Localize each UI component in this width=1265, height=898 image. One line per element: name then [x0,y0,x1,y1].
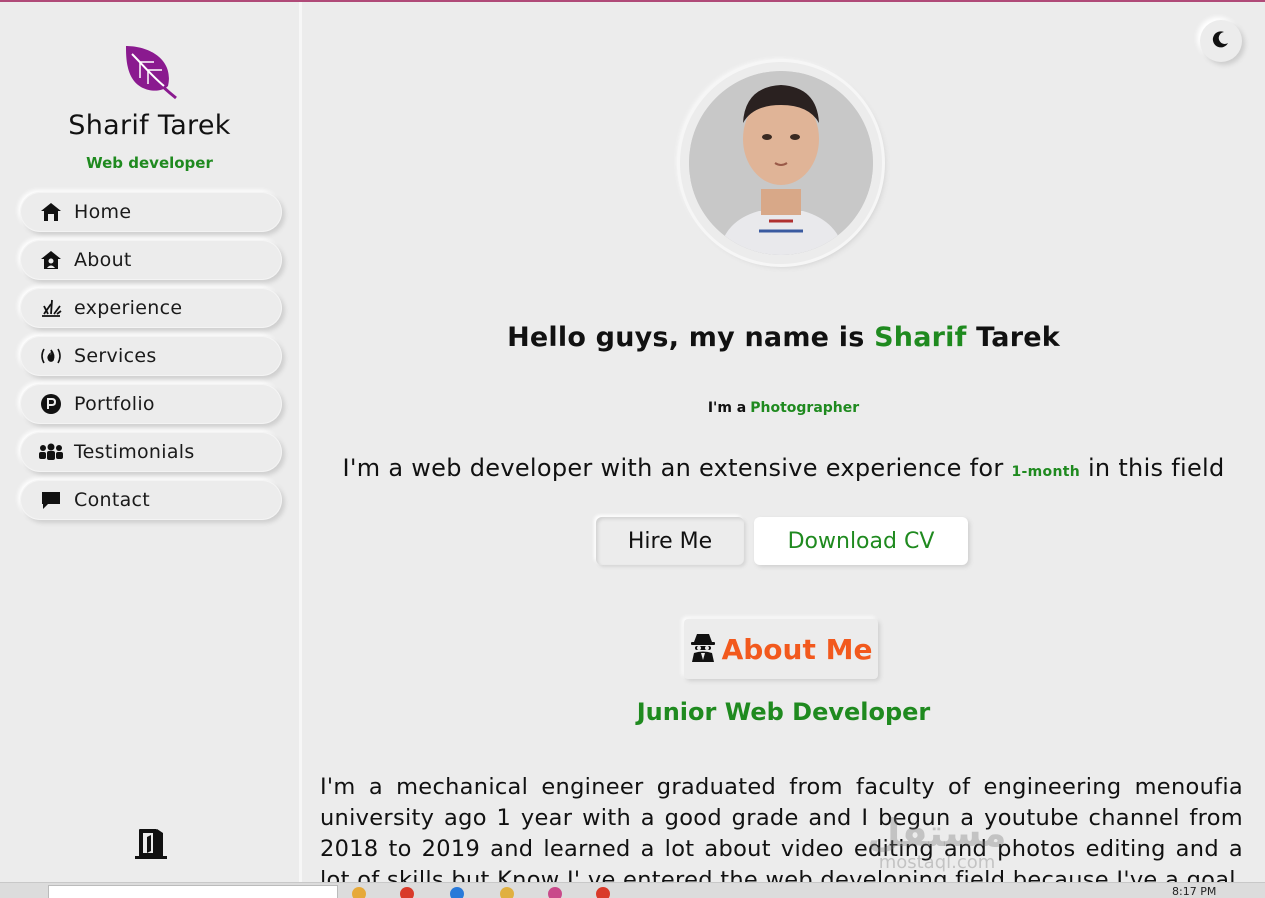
sidebar-item-label: experience [74,297,183,319]
folder-icon[interactable] [352,887,366,898]
profile-photo-frame [680,62,882,264]
typed-role: Photographer [750,400,860,416]
intro-text: I'm a web developer with an extensive ex… [302,454,1265,482]
hire-me-button[interactable]: Hire Me [596,517,744,565]
sidebar-item-label: Home [74,201,132,223]
sidebar-item-services[interactable]: Services [20,336,282,376]
sidebar-item-label: About [74,249,132,271]
greeting-first-name: Sharif [874,322,967,353]
theme-toggle-button[interactable] [1200,20,1242,62]
spy-icon [690,632,716,666]
about-title: About Me [721,632,873,666]
greeting-last-name: Tarek [976,322,1060,353]
sidebar-item-portfolio[interactable]: Portfolio [20,384,282,424]
job-title: Junior Web Developer [636,698,931,726]
sidebar-item-contact[interactable]: Contact [20,480,282,520]
people-icon [38,441,64,463]
sidebar-item-label: Portfolio [74,393,155,415]
download-cv-button[interactable]: Download CV [754,517,968,565]
sidebar-item-testimonials[interactable]: Testimonials [20,432,282,472]
sidebar-item-label: Services [74,345,157,367]
moon-icon [1212,30,1230,52]
sidebar-item-home[interactable]: Home [20,192,282,232]
taskbar-search-field[interactable] [48,885,338,898]
home-icon [38,201,64,223]
door-exit-icon[interactable] [133,825,169,861]
sidebar-item-label: Contact [74,489,151,511]
burst-icon [38,297,64,319]
profile-role: Web developer [86,154,213,172]
sidebar-item-about[interactable]: About [20,240,282,280]
chat-icon [38,489,64,511]
home-user-icon [38,249,64,271]
sidebar: Sharif Tarek Web developer Home About ex… [0,2,302,882]
typed-role-line: I'm a Photographer [302,400,1265,416]
profile-photo [689,71,873,255]
sidebar-nav: Home About experience Services Portfolio [20,192,282,528]
vscode-icon[interactable] [450,887,464,898]
intro-prefix: I'm a web developer with an extensive ex… [342,454,1004,482]
clock-time: 8:17 PM [1172,885,1217,898]
os-taskbar: 8:17 PM [0,882,1265,898]
main-content: Hello guys, my name is Sharif Tarek I'm … [302,2,1265,893]
browser-icon[interactable] [596,887,610,898]
typed-role-prefix: I'm a [707,400,747,416]
experience-duration: 1-month [1011,464,1080,480]
intro-suffix: in this field [1087,454,1225,482]
app-icon[interactable] [500,887,514,898]
about-paragraph: I'm a mechanical engineer graduated from… [320,774,1243,893]
hero-greeting: Hello guys, my name is Sharif Tarek [302,322,1265,353]
chrome-icon[interactable] [400,887,414,898]
sidebar-item-experience[interactable]: experience [20,288,282,328]
greeting-prefix: Hello guys, my name is [507,322,865,353]
profile-name: Sharif Tarek [68,110,231,141]
watermark-logo: مستقل mostaql.com [867,811,1007,873]
leaf-icon[interactable] [120,42,180,102]
about-heading: About Me [684,619,878,679]
sidebar-item-label: Testimonials [74,441,195,463]
fire-bracket-icon [38,345,64,367]
p-circle-icon [38,393,64,415]
app-icon[interactable] [548,887,562,898]
